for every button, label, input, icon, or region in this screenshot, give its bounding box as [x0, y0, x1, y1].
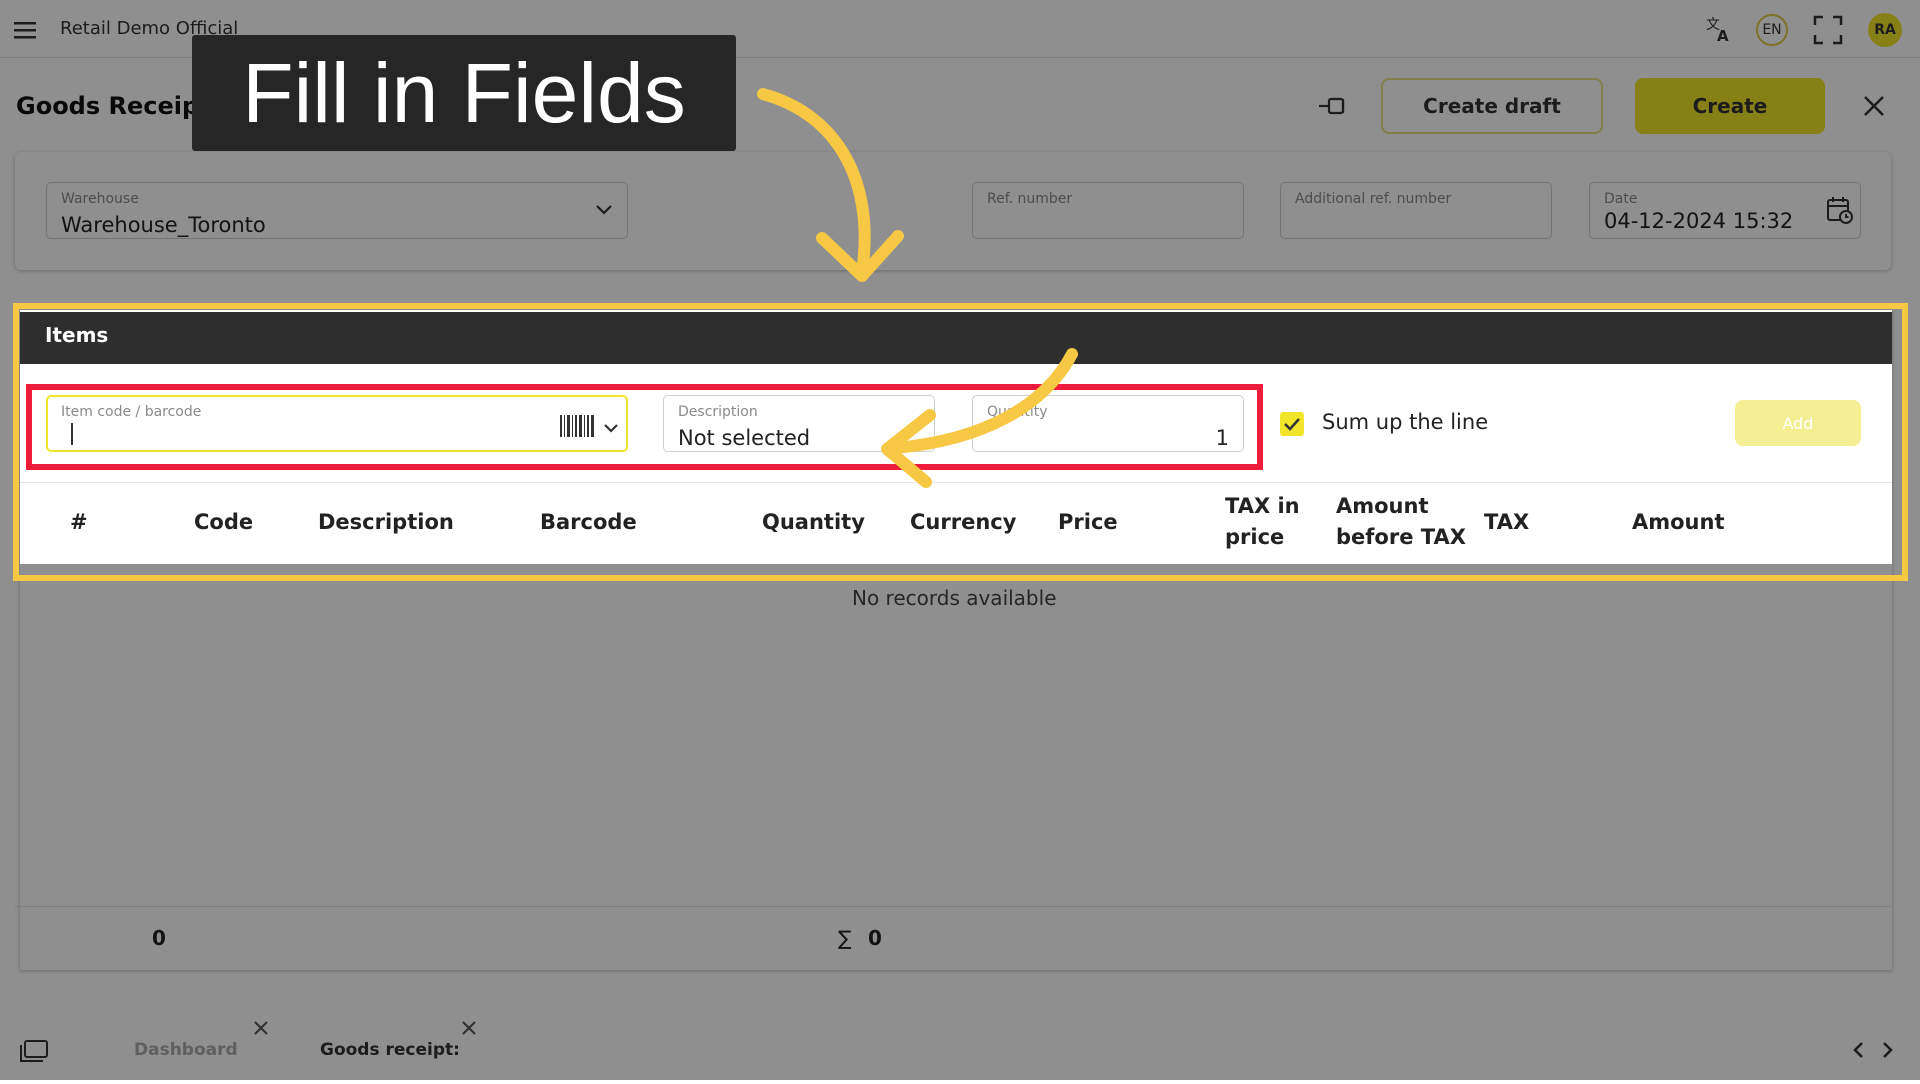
- arrow-annotations: [757, 88, 1078, 488]
- arrow-left-icon: [889, 348, 1078, 454]
- arrow-down-icon: [757, 88, 871, 278]
